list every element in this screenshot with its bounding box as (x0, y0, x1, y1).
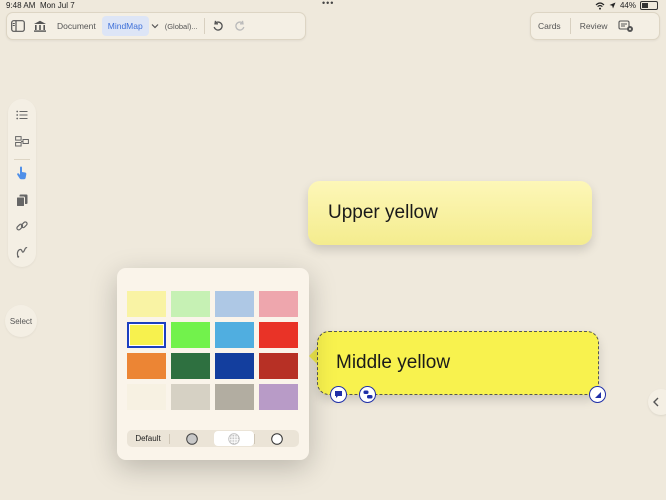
scope-selector[interactable]: (Global)... (161, 16, 202, 36)
comment-handle-icon[interactable] (330, 386, 347, 403)
color-swatch[interactable] (259, 291, 298, 317)
color-swatch[interactable] (215, 384, 254, 410)
color-swatch[interactable] (171, 322, 210, 348)
color-palette: Default (117, 268, 309, 460)
cards-button[interactable]: Cards (531, 16, 568, 36)
color-swatch[interactable] (259, 322, 298, 348)
node-label: Middle yellow (336, 352, 451, 373)
cards-toolbar: Cards Review (530, 12, 660, 40)
right-panel-tab[interactable] (648, 389, 666, 415)
status-bar: 9:48 AM Mon Jul 7 ••• 44% (0, 0, 666, 12)
review-button[interactable]: Review (573, 16, 615, 36)
toolbar-divider (569, 18, 571, 34)
library-icon[interactable] (29, 16, 51, 36)
sidebar-toggle-icon[interactable] (7, 16, 29, 36)
main-toolbar: Document MindMap (Global)... (6, 12, 306, 40)
dotted-circle-icon (228, 432, 240, 445)
resize-handle-icon[interactable] (589, 386, 606, 403)
status-time: 9:48 AM (6, 1, 36, 10)
location-icon (609, 2, 616, 9)
outline-circle-option[interactable] (255, 431, 299, 446)
undo-icon[interactable] (207, 16, 229, 36)
color-swatch[interactable] (215, 353, 254, 379)
layout-icon[interactable] (12, 131, 32, 151)
color-swatch[interactable] (127, 322, 166, 348)
color-swatch[interactable] (127, 291, 166, 317)
wifi-icon (595, 1, 605, 10)
style-segmented-control: Default (127, 430, 299, 447)
redo-icon[interactable] (229, 16, 251, 36)
chevron-left-icon (653, 397, 659, 407)
node-label: Upper yellow (328, 202, 438, 223)
color-swatch[interactable] (171, 384, 210, 410)
review-settings-icon[interactable] (615, 16, 637, 36)
battery-percent: 44% (619, 1, 636, 10)
pointer-hand-icon[interactable] (12, 163, 32, 183)
color-swatch[interactable] (215, 291, 254, 317)
copy-icon[interactable] (12, 190, 32, 210)
mindmap-tab[interactable]: MindMap (101, 16, 149, 36)
filled-circle-icon (186, 432, 198, 445)
tool-divider (14, 159, 30, 160)
chevron-down-icon[interactable] (149, 16, 161, 36)
default-style-option[interactable]: Default (127, 431, 169, 446)
outline-circle-icon (271, 432, 283, 445)
color-swatch[interactable] (127, 353, 166, 379)
dotted-circle-option[interactable] (214, 431, 254, 446)
select-button[interactable]: Select (5, 305, 37, 337)
filled-circle-option[interactable] (170, 431, 214, 446)
add-child-handle-icon[interactable] (359, 386, 376, 403)
node-upper-yellow[interactable]: Upper yellow (308, 181, 592, 245)
list-icon[interactable] (12, 105, 32, 125)
status-date: Mon Jul 7 (40, 1, 75, 10)
color-swatch[interactable] (259, 353, 298, 379)
color-swatch[interactable] (171, 353, 210, 379)
color-swatch[interactable] (171, 291, 210, 317)
document-tab[interactable]: Document (51, 16, 102, 36)
color-swatch[interactable] (127, 384, 166, 410)
multitasking-dots-icon[interactable]: ••• (322, 0, 334, 8)
color-swatch[interactable] (259, 384, 298, 410)
lasso-icon[interactable] (12, 242, 32, 262)
color-swatch[interactable] (215, 322, 254, 348)
battery-icon (640, 1, 658, 10)
toolbar-divider (203, 18, 205, 34)
link-icon[interactable] (12, 216, 32, 236)
node-middle-yellow[interactable]: Middle yellow (317, 331, 599, 395)
tool-panel (8, 99, 36, 267)
